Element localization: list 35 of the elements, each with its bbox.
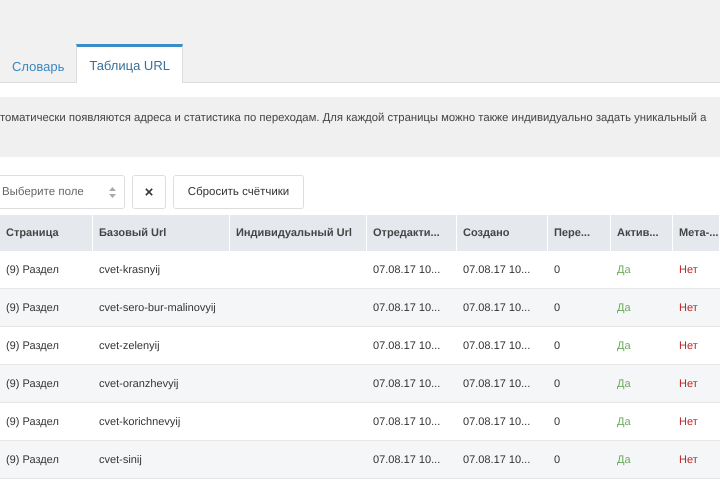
table-cell: cvet-oranzhevyij [93, 365, 230, 403]
column-header[interactable]: Индивидуальный Url [230, 215, 367, 251]
table-cell: (9) Раздел [0, 365, 93, 403]
table-cell: 07.08.17 10... [457, 289, 548, 327]
table-cell: cvet-sero-bur-malinovyij [93, 289, 230, 327]
info-text: томатически появляются адреса и статистика по переходам. Для каждой страницы можно также индивидуально задать уникальный а [0, 112, 706, 124]
column-header[interactable]: Пере... [548, 215, 611, 251]
status-cell: Да [611, 441, 673, 479]
status-cell: Да [611, 289, 673, 327]
table-cell: 07.08.17 10... [367, 365, 457, 403]
table-cell: 0 [548, 289, 611, 327]
table-cell: (9) Раздел [0, 289, 93, 327]
tab[interactable]: Таблица URL [76, 44, 183, 83]
clear-button[interactable]: × [132, 175, 166, 209]
table-cell: 07.08.17 10... [367, 289, 457, 327]
reset-counters-button[interactable]: Сбросить счётчики [173, 175, 304, 209]
column-header[interactable]: Мета-... [673, 215, 720, 251]
table-cell: 07.08.17 10... [367, 441, 457, 479]
table-cell: 07.08.17 10... [457, 365, 548, 403]
status-cell: Нет [673, 441, 720, 479]
table-cell: (9) Раздел [0, 441, 93, 479]
column-header[interactable]: Актив... [611, 215, 673, 251]
field-select[interactable]: Выберите поле [0, 175, 125, 209]
table-cell: 0 [548, 441, 611, 479]
status-cell: Нет [673, 289, 720, 327]
table-cell: 0 [548, 365, 611, 403]
sort-caret-icon [109, 186, 116, 198]
column-header[interactable]: Базовый Url [93, 215, 230, 251]
column-header[interactable]: Страница [0, 215, 93, 251]
column-header[interactable]: Отредакти... [367, 215, 457, 251]
table-cell: 07.08.17 10... [457, 441, 548, 479]
status-cell: Нет [673, 365, 720, 403]
column-header[interactable]: Создано [457, 215, 548, 251]
table-cell: cvet-sinij [93, 441, 230, 479]
status-cell: Да [611, 365, 673, 403]
